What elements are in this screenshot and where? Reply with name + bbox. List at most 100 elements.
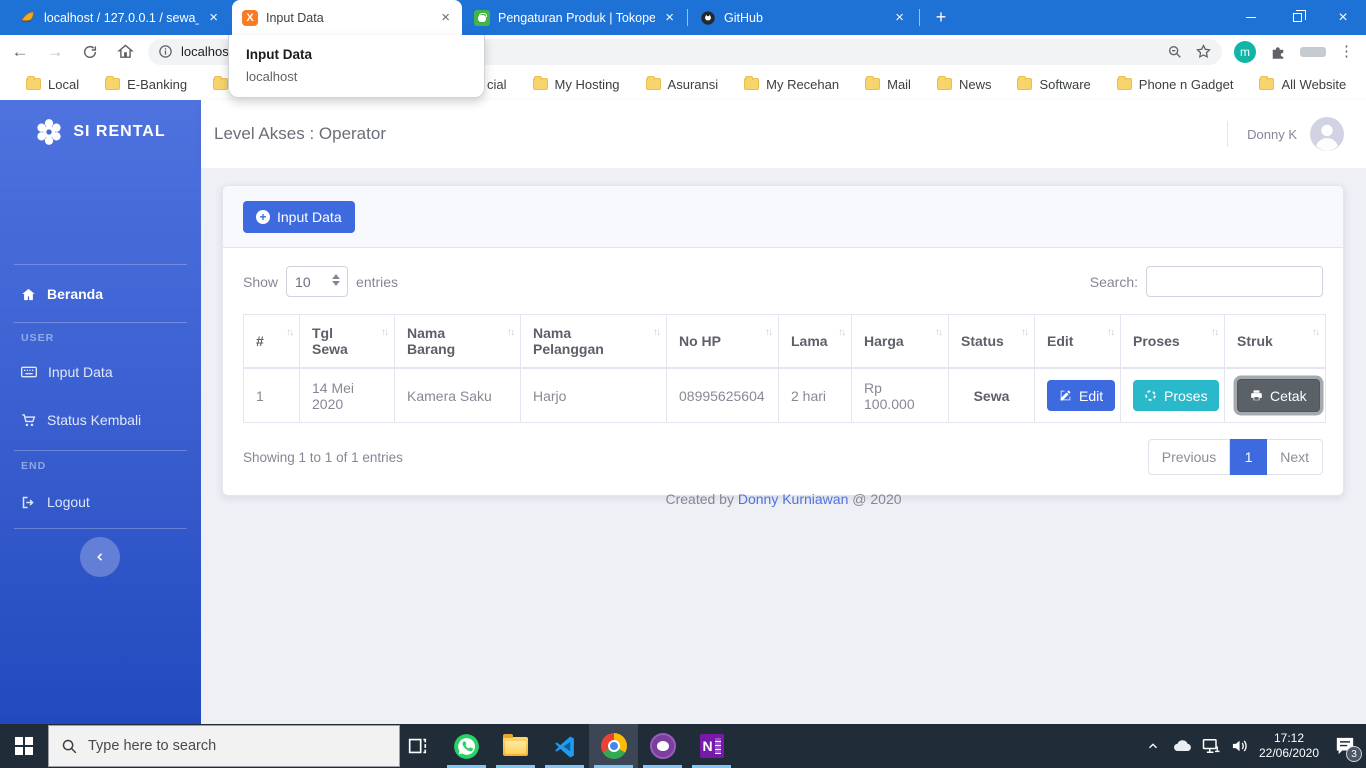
extensions-puzzle-icon[interactable] [1269, 43, 1287, 61]
taskbar-whatsapp[interactable] [442, 724, 491, 768]
edit-button[interactable]: Edit [1047, 380, 1116, 411]
bookmark-item[interactable]: Local [26, 76, 79, 92]
user-name[interactable]: Donny K [1247, 127, 1297, 142]
volume-icon[interactable] [1225, 724, 1254, 768]
table-search-input[interactable] [1146, 266, 1323, 297]
bookmark-item[interactable]: My Hosting [532, 76, 620, 92]
folder-icon [1259, 76, 1275, 90]
onedrive-cloud-icon[interactable] [1167, 724, 1196, 768]
sort-icon: ↑↓ [1312, 327, 1320, 338]
folder-icon [213, 76, 229, 90]
logout-icon [22, 496, 34, 508]
extension-icon[interactable] [1300, 46, 1326, 57]
taskbar-file-explorer[interactable] [491, 724, 540, 768]
bookmark-star-icon[interactable] [1195, 43, 1212, 60]
tab-close-icon[interactable]: × [893, 10, 906, 25]
window-minimize-button[interactable] [1228, 0, 1274, 35]
bookmark-item[interactable]: cial [487, 77, 507, 92]
taskbar-chrome[interactable] [589, 724, 638, 768]
tab-tokopedia[interactable]: Pengaturan Produk | Tokopedia × [464, 0, 686, 35]
column-header-edit[interactable]: Edit ↑↓ [1034, 314, 1121, 369]
sidebar-item-input-data[interactable]: Input Data [0, 354, 201, 390]
footer-author-link[interactable]: Donny Kurniawan [738, 491, 849, 507]
home-button[interactable] [110, 38, 140, 66]
column-header-struk[interactable]: Struk ↑↓ [1224, 314, 1326, 369]
keyboard-icon [21, 366, 37, 378]
sidebar-collapse-button[interactable] [80, 537, 120, 577]
sidebar-item-status-kembali[interactable]: Status Kembali [0, 402, 201, 438]
tab-close-icon[interactable]: × [439, 10, 452, 25]
column-header-proses[interactable]: Proses ↑↓ [1120, 314, 1225, 369]
tab-github[interactable]: GitHub × [690, 0, 916, 35]
user-avatar[interactable] [1310, 117, 1344, 151]
zoom-icon[interactable] [1167, 44, 1183, 60]
page-size-select[interactable]: 10 [286, 266, 349, 297]
sidebar-item-label: Input Data [48, 364, 113, 380]
column-header-nama-pelanggan[interactable]: Nama Pelanggan ↑↓ [520, 314, 667, 369]
column-header-no[interactable]: # ↑↓ [243, 314, 300, 369]
network-icon[interactable] [1196, 724, 1225, 768]
column-header-no-hp[interactable]: No HP ↑↓ [666, 314, 779, 369]
reload-button[interactable] [75, 38, 105, 66]
new-tab-button[interactable]: + [927, 7, 955, 29]
window-restore-button[interactable] [1274, 0, 1320, 35]
column-header-lama[interactable]: Lama ↑↓ [778, 314, 852, 369]
column-header-harga[interactable]: Harga ↑↓ [851, 314, 949, 369]
tab-close-icon[interactable]: × [207, 10, 220, 25]
menu-dots-icon[interactable]: ⋮ [1339, 44, 1354, 59]
cetak-print-button[interactable]: Cetak [1237, 379, 1320, 412]
bookmark-item[interactable]: Asuransi [645, 76, 718, 92]
table-search-control: Search: [1090, 266, 1323, 297]
pagination-previous-button[interactable]: Previous [1147, 439, 1231, 475]
folder-icon [936, 76, 952, 90]
sidebar-item-logout[interactable]: Logout [0, 484, 201, 520]
column-header-nama-barang[interactable]: Nama Barang ↑↓ [394, 314, 521, 369]
sort-icon: ↑↓ [935, 327, 943, 338]
tab-close-icon[interactable]: × [663, 10, 676, 25]
tray-chevron-up-icon[interactable] [1138, 724, 1167, 768]
forward-button[interactable]: → [40, 38, 70, 66]
reload-icon [83, 45, 97, 58]
bookmark-item[interactable]: All Website [1259, 76, 1346, 92]
back-button[interactable]: ← [5, 38, 35, 66]
tab-separator [919, 9, 920, 26]
add-input-data-button[interactable]: + Input Data [243, 200, 355, 233]
bookmark-item[interactable]: My Recehan [744, 76, 839, 92]
pagination-next-button[interactable]: Next [1267, 439, 1323, 475]
bookmark-item[interactable]: News [936, 76, 991, 92]
window-close-button[interactable]: × [1320, 0, 1366, 35]
taskbar-vscode[interactable] [540, 724, 589, 768]
tab-phpmyadmin[interactable]: localhost / 127.0.0.1 / sewa_db × [10, 0, 230, 35]
sidebar: SI RENTAL Beranda USER Input Data Status… [0, 100, 201, 724]
taskbar-clock[interactable]: 17:12 22/06/2020 [1254, 731, 1324, 761]
folder-icon [532, 76, 548, 90]
brand[interactable]: SI RENTAL [0, 100, 201, 164]
start-button[interactable] [0, 724, 48, 768]
onenote-icon: N [699, 734, 724, 758]
pagination-page-1[interactable]: 1 [1230, 439, 1268, 475]
restore-icon [1292, 10, 1306, 22]
tab-title: Input Data [266, 10, 324, 25]
divider [14, 264, 187, 265]
column-header-tgl-sewa[interactable]: Tgl Sewa ↑↓ [299, 314, 395, 369]
notification-badge: 3 [1346, 746, 1362, 762]
sidebar-item-beranda[interactable]: Beranda [0, 276, 201, 312]
sort-icon: ↑↓ [1211, 327, 1219, 338]
bookmark-item[interactable]: Mail [865, 76, 911, 92]
taskbar-purple-app[interactable] [638, 724, 687, 768]
page-info-icon[interactable] [158, 44, 173, 59]
sort-icon: ↑↓ [838, 327, 846, 338]
cell-tgl-sewa: 14 Mei 2020 [299, 367, 395, 423]
column-header-status[interactable]: Status ↑↓ [948, 314, 1035, 369]
taskbar-search[interactable]: Type here to search [48, 725, 400, 767]
proses-button[interactable]: Proses [1133, 380, 1219, 411]
task-view-button[interactable] [392, 724, 441, 768]
bookmark-item[interactable]: Software [1017, 76, 1091, 92]
bookmark-item[interactable]: E-Banking [105, 76, 187, 92]
taskbar-onenote[interactable]: N [687, 724, 736, 768]
tab-input-data[interactable]: X Input Data × [232, 0, 462, 35]
bookmark-item[interactable]: Phone n Gadget [1116, 76, 1233, 92]
home-icon [22, 288, 35, 300]
action-center-button[interactable]: 3 [1324, 724, 1366, 768]
profile-avatar[interactable]: m [1234, 40, 1256, 63]
